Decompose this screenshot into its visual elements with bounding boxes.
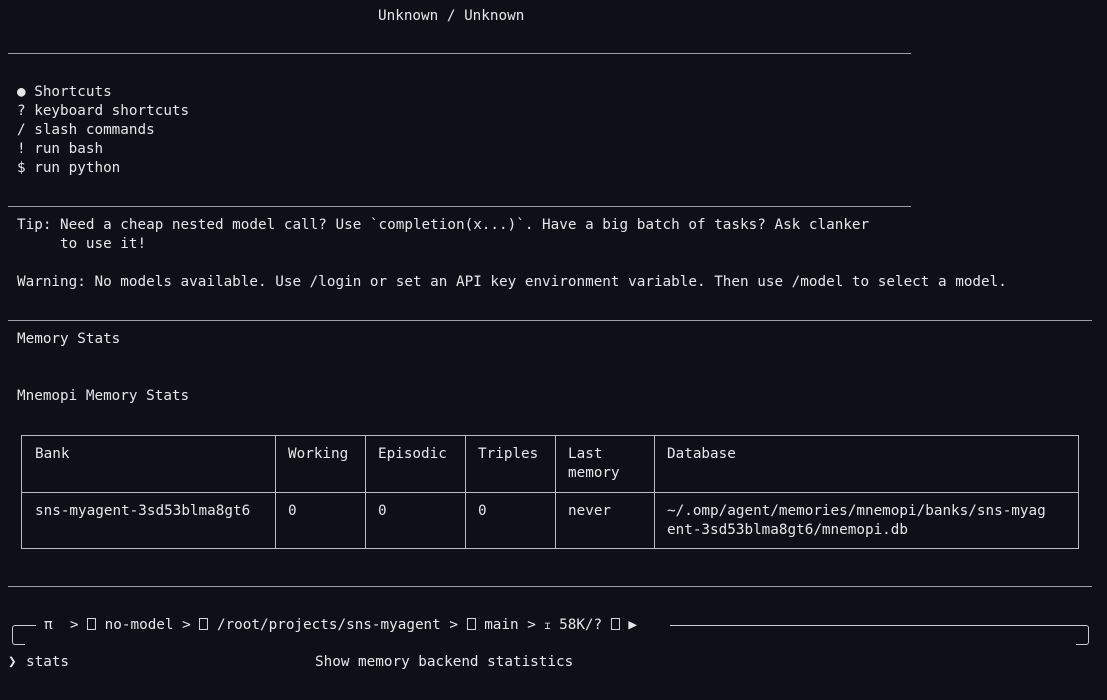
separator-chevron: > (527, 617, 536, 633)
status-bar-line (24, 625, 36, 626)
shortcut-run-python: $ run python (17, 160, 121, 176)
column-header-episodic: Episodic (378, 446, 447, 462)
shortcut-keyboard: ? keyboard shortcuts (17, 103, 190, 119)
status-bar-line (670, 625, 1076, 626)
divider (8, 53, 911, 54)
prompt-chevron-icon: ❯ (8, 654, 17, 670)
table-cell-last-memory: never (568, 503, 612, 519)
separator-chevron: > (449, 617, 458, 633)
git-branch-icon (466, 618, 476, 630)
git-branch: main (484, 617, 519, 633)
column-header-bank: Bank (35, 446, 70, 462)
shortcut-slash-commands: / slash commands (17, 122, 155, 138)
window-title: Unknown / Unknown (378, 8, 525, 24)
status-bar: π > no-model > /root/projects/sns-myagen… (10, 616, 1090, 645)
model-icon (87, 618, 97, 630)
shortcut-run-bash: ! run bash (17, 141, 104, 157)
column-header-triples: Triples (478, 446, 539, 462)
table-cell-triples: 0 (478, 503, 487, 519)
memory-stats-title: Memory Stats (17, 331, 121, 347)
memory-stats-table: Bank Working Episodic Triples Last memor… (21, 435, 1079, 549)
table-cell-episodic: 0 (378, 503, 387, 519)
divider (8, 586, 1092, 587)
separator-chevron: > (182, 617, 191, 633)
shortcuts-heading: ● Shortcuts (17, 84, 112, 100)
context-usage: 58K/? (559, 617, 603, 633)
play-arrow-icon: ▶ (628, 617, 637, 633)
pi-symbol: π (44, 617, 53, 633)
tip-text-continued: to use it! (17, 236, 147, 252)
command-suggestion[interactable]: stats (26, 653, 69, 672)
table-cell-database-cont: ent-3sd53blma8gt6/mnemopi.db (667, 522, 909, 538)
separator-chevron: > (69, 617, 79, 633)
divider (8, 206, 911, 207)
header-divider (22, 492, 1078, 493)
tip-text: Tip: Need a cheap nested model call? Use… (17, 217, 870, 233)
context-icon: ⌶ (544, 621, 551, 632)
column-header-last-memory: Last (568, 446, 603, 462)
divider (8, 320, 1092, 321)
model-name: no-model (104, 617, 174, 633)
table-cell-database: ~/.omp/agent/memories/mnemopi/banks/sns-… (667, 503, 1046, 519)
working-directory: /root/projects/sns-myagent (216, 617, 441, 633)
mnemopi-stats-title: Mnemopi Memory Stats (17, 388, 190, 404)
table-cell-bank: sns-myagent-3sd53blma8gt6 (35, 503, 251, 519)
status-segments: π > no-model > /root/projects/sns-myagen… (44, 616, 637, 636)
column-header-last-memory-cont: memory (568, 465, 620, 481)
status-bar-corner (1076, 632, 1089, 645)
table-cell-working: 0 (288, 503, 297, 519)
folder-icon (199, 618, 209, 630)
column-header-database: Database (667, 446, 736, 462)
column-header-working: Working (288, 446, 349, 462)
command-description: Show memory backend statistics (315, 654, 574, 670)
status-icon (610, 618, 620, 630)
status-bar-corner (12, 632, 25, 645)
warning-text: Warning: No models available. Use /login… (17, 274, 1007, 290)
